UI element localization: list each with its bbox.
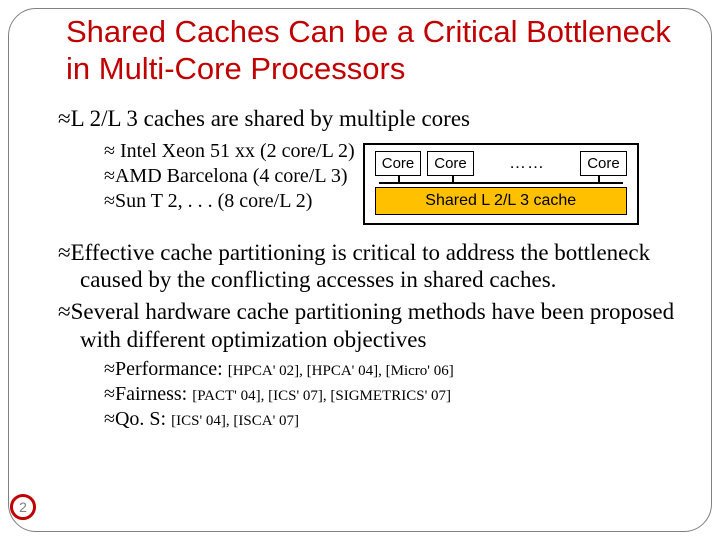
bullet-icon: ≈ <box>104 408 115 430</box>
examples-and-diagram-row: ≈ Intel Xeon 51 xx (2 core/L 2) ≈AMD Bar… <box>18 137 702 225</box>
objective-refs: [ICS' 04], [ISCA' 07] <box>171 413 299 429</box>
bullet-icon: ≈ <box>104 140 115 162</box>
core-box: Core <box>580 151 627 176</box>
bullet-partitioning: ≈Effective cache partitioning is critica… <box>58 239 702 294</box>
bullet-icon: ≈ <box>58 240 71 265</box>
page-number-badge: 2 <box>10 494 36 520</box>
objective-performance: ≈Performance: [HPCA' 02], [HPCA' 04], [M… <box>104 357 702 382</box>
bullet-text: L 2/L 3 caches are shared by multiple co… <box>71 106 470 131</box>
ellipsis: …… <box>480 153 574 173</box>
core-box: Core <box>427 151 474 176</box>
bullet-icon: ≈ <box>104 165 115 187</box>
bullet-icon: ≈ <box>104 383 115 405</box>
objective-qos: ≈Qo. S: [ICS' 04], [ISCA' 07] <box>104 407 702 432</box>
slide-content: Shared Caches Can be a Critical Bottlene… <box>18 14 702 526</box>
bullet-icon: ≈ <box>104 358 115 380</box>
connector-stub <box>452 175 454 182</box>
processor-examples: ≈ Intel Xeon 51 xx (2 core/L 2) ≈AMD Bar… <box>18 139 355 214</box>
slide-title: Shared Caches Can be a Critical Bottlene… <box>66 14 692 87</box>
interconnect-line <box>379 182 623 184</box>
example-text: AMD Barcelona (4 core/L 3) <box>115 165 348 187</box>
bullet-icon: ≈ <box>104 190 115 212</box>
core-box: Core <box>375 151 422 176</box>
bullet-methods: ≈Several hardware cache partitioning met… <box>58 298 702 353</box>
example-intel: ≈ Intel Xeon 51 xx (2 core/L 2) <box>104 139 355 164</box>
objective-label: Qo. S: <box>115 408 171 430</box>
page-number: 2 <box>19 499 27 515</box>
bullet-text: Several hardware cache partitioning meth… <box>71 299 675 352</box>
core-row: Core Core …… Core <box>375 151 627 176</box>
cache-diagram: Core Core …… Core Shared L 2/L 3 cache <box>363 143 639 225</box>
connector-stub <box>398 175 400 182</box>
objective-fairness: ≈Fairness: [PACT' 04], [ICS' 07], [SIGME… <box>104 382 702 407</box>
objective-label: Fairness: <box>115 383 192 405</box>
objective-refs: [HPCA' 02], [HPCA' 04], [Micro' 06] <box>228 363 454 379</box>
shared-cache-box: Shared L 2/L 3 cache <box>375 187 627 215</box>
example-text: Sun T 2, . . . (8 core/L 2) <box>115 190 312 212</box>
example-text: Intel Xeon 51 xx (2 core/L 2) <box>115 140 355 162</box>
objective-label: Performance: <box>115 358 228 380</box>
connector-stub <box>598 175 600 182</box>
bullet-shared-caches: ≈L 2/L 3 caches are shared by multiple c… <box>58 105 702 133</box>
bullet-text: Effective cache partitioning is critical… <box>71 240 650 293</box>
bullet-icon: ≈ <box>58 106 71 131</box>
bullet-icon: ≈ <box>58 299 71 324</box>
example-amd: ≈AMD Barcelona (4 core/L 3) <box>104 164 355 189</box>
objective-refs: [PACT' 04], [ICS' 07], [SIGMETRICS' 07] <box>192 388 451 404</box>
example-sun: ≈Sun T 2, . . . (8 core/L 2) <box>104 189 355 214</box>
